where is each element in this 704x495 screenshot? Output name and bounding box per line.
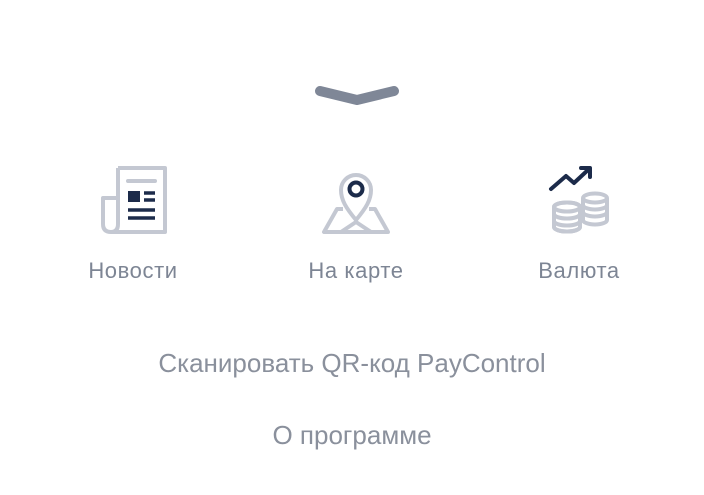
scan-qr-button[interactable]: Сканировать QR-код PayControl [0,348,704,379]
map-pin-icon [316,160,396,240]
map-button[interactable]: На карте [276,160,436,290]
collapse-handle[interactable] [312,78,402,108]
news-label: Новости [88,258,178,283]
news-button[interactable]: Новости [53,160,213,290]
about-button[interactable]: О программе [0,420,704,451]
chevron-down-icon [312,78,402,108]
currency-growth-icon [539,160,619,240]
map-label: На карте [308,258,404,283]
currency-label: Валюта [538,258,620,283]
newspaper-icon [93,160,173,240]
currency-button[interactable]: Валюта [499,160,659,290]
